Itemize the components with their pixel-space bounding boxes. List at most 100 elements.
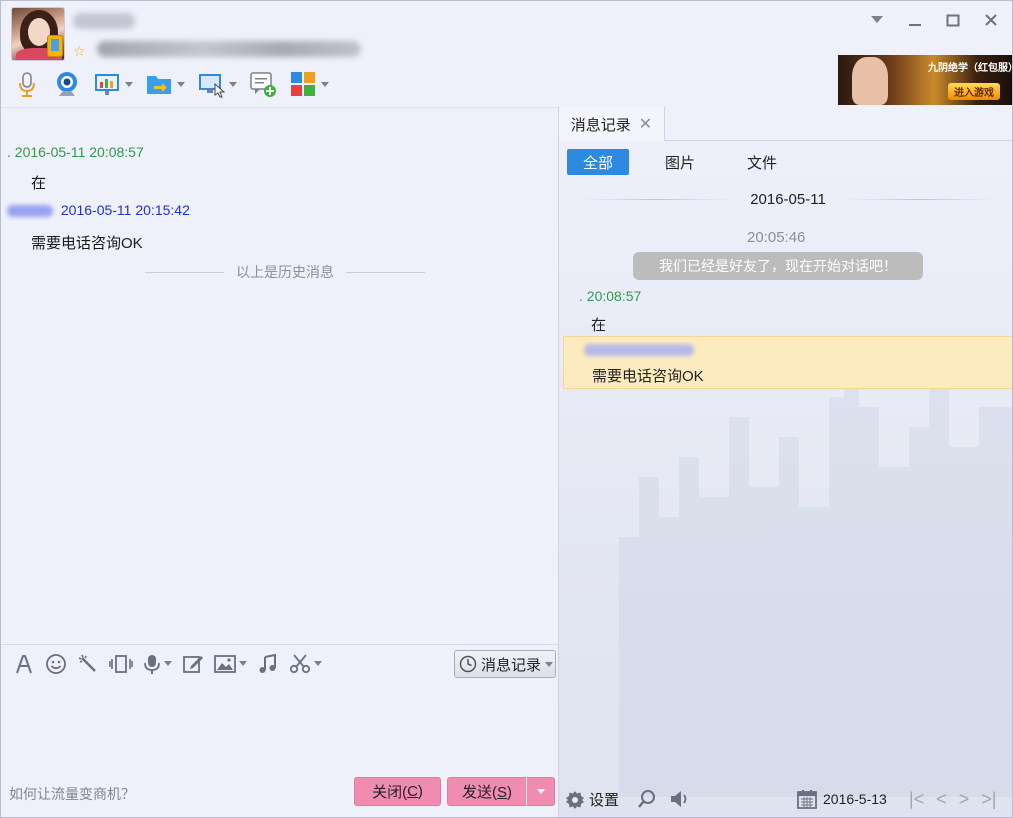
last-page-button[interactable]: >|	[981, 789, 996, 809]
history-panel: 消息记录 ✕ 全部 图片 文件 2016-05-11 20:05:46 我们已经…	[558, 107, 1012, 817]
history-date: 2016-05-11	[750, 191, 826, 208]
message-time: . 2016-05-11 20:08:57	[7, 144, 144, 160]
chevron-down-icon	[177, 81, 185, 87]
message-history-label: 消息记录	[481, 656, 542, 674]
new-discussion-button[interactable]	[247, 68, 279, 100]
chevron-down-icon	[164, 661, 172, 666]
tab-label: 消息记录	[570, 116, 631, 134]
screenshot-button[interactable]	[289, 652, 322, 676]
close-button-tail: )	[417, 783, 423, 800]
chat-toolbar	[11, 67, 331, 101]
history-footer: 设置 2016-5-13 |< < > >|	[559, 781, 1012, 817]
video-call-button[interactable]	[51, 68, 83, 100]
promo-link[interactable]: 如何让流量变商机？	[9, 784, 135, 804]
remote-assist-button[interactable]	[195, 68, 239, 100]
first-page-button[interactable]: |<	[909, 789, 924, 809]
message-text[interactable]: 需要电话咨询OK	[31, 232, 143, 253]
microphone-icon	[144, 654, 160, 674]
microphone-icon	[19, 72, 35, 97]
maximize-button[interactable]	[940, 7, 966, 33]
message-header: 2016-05-11 20:15:42	[7, 202, 190, 218]
music-note-icon	[259, 653, 276, 673]
chevron-down-icon	[239, 661, 247, 666]
tab-message-history[interactable]: 消息记录 ✕	[559, 107, 665, 141]
folder-transfer-icon	[147, 76, 171, 94]
message-header: . 2016-05-11 20:08:57	[7, 144, 144, 160]
close-hotkey: C	[407, 783, 418, 800]
shake-window-icon	[109, 654, 133, 673]
close-button[interactable]: 关闭(C)	[354, 777, 441, 806]
system-message-time: 20:05:46	[747, 229, 806, 246]
shake-button[interactable]	[109, 652, 133, 676]
send-bar: 如何让流量变商机？ 关闭(C) 发送(S)	[1, 774, 558, 817]
remote-desktop-icon	[199, 74, 225, 98]
game-ad-banner[interactable]: 九阴绝学（红包服） 进入游戏	[838, 55, 1012, 105]
app-grid-icon	[291, 72, 315, 96]
message-text[interactable]: 在	[31, 172, 46, 193]
chat-panel: . 2016-05-11 20:08:57 在 2016-05-11 20:15…	[1, 107, 558, 817]
search-icon	[638, 790, 655, 808]
gear-icon	[566, 790, 584, 809]
history-tabbar: 消息记录 ✕	[559, 107, 1012, 141]
date-separator: 2016-05-11	[583, 191, 993, 208]
send-button[interactable]: 发送(S)	[447, 777, 555, 806]
next-page-button[interactable]: >	[959, 789, 970, 809]
font-button[interactable]	[13, 652, 35, 676]
edit-icon	[183, 655, 203, 673]
chevron-down-icon	[125, 81, 133, 87]
note-button[interactable]	[182, 652, 204, 676]
contact-nickname[interactable]	[73, 13, 135, 29]
send-button-label: 发送(	[461, 784, 497, 801]
chat-header: ☆ 九阴绝学（红包服） 进入游戏	[1, 1, 1012, 107]
history-divider-label: 以上是历史消息	[236, 264, 334, 280]
chevron-down-icon	[314, 661, 322, 666]
smiley-icon	[46, 653, 66, 674]
image-button[interactable]	[214, 652, 247, 676]
send-options-dropdown[interactable]	[527, 789, 554, 794]
voice-message-button[interactable]	[143, 652, 172, 676]
filter-files[interactable]: 文件	[731, 149, 793, 175]
window-controls	[864, 7, 1004, 33]
font-icon	[16, 654, 32, 673]
calendar-icon	[797, 790, 817, 809]
webcam-icon	[57, 72, 77, 96]
prev-page-button[interactable]: <	[936, 789, 947, 809]
history-sound-button[interactable]	[669, 788, 691, 813]
filter-images[interactable]: 图片	[649, 149, 711, 175]
screen-share-button[interactable]	[91, 68, 135, 100]
minimize-button[interactable]	[902, 7, 928, 33]
close-tab-icon[interactable]: ✕	[639, 114, 652, 134]
history-message-text[interactable]: 在	[591, 314, 606, 335]
message-input[interactable]	[1, 682, 558, 772]
ad-cta-button[interactable]: 进入游戏	[948, 83, 1000, 100]
ad-title: 九阴绝学（红包服）	[928, 63, 1012, 74]
history-message-text: 需要电话咨询OK	[592, 368, 704, 385]
app-grid-button[interactable]	[287, 68, 331, 100]
send-button-tail: )	[507, 784, 512, 801]
history-pager: |< < > >|	[909, 789, 996, 809]
emoji-button[interactable]	[45, 652, 67, 676]
dropdown-icon[interactable]	[864, 7, 890, 33]
magic-wand-icon	[78, 654, 96, 672]
file-transfer-button[interactable]	[143, 68, 187, 100]
history-message-time: . 20:08:57	[579, 288, 642, 304]
voice-call-button[interactable]	[11, 68, 43, 100]
history-message-highlighted[interactable]: 需要电话咨询OK	[563, 336, 1012, 389]
chevron-down-icon	[545, 661, 554, 667]
star-icon[interactable]: ☆	[73, 43, 86, 60]
speaker-icon	[671, 791, 687, 807]
calendar-date: 2016-5-13	[823, 791, 887, 807]
scissors-icon	[289, 653, 311, 673]
message-history-button[interactable]: 消息记录	[454, 650, 556, 678]
message-input-area[interactable]	[1, 682, 558, 772]
close-window-button[interactable]	[978, 7, 1004, 33]
music-button[interactable]	[257, 652, 279, 676]
magic-button[interactable]	[77, 652, 99, 676]
filter-all[interactable]: 全部	[567, 149, 630, 175]
history-search-button[interactable]	[637, 789, 657, 812]
settings-label: 设置	[589, 792, 620, 809]
calendar-date-picker[interactable]: 2016-5-13	[797, 789, 887, 809]
history-filters: 全部 图片 文件	[567, 149, 793, 175]
history-settings-button[interactable]: 设置	[565, 789, 619, 810]
history-divider: 以上是历史消息	[145, 262, 425, 282]
